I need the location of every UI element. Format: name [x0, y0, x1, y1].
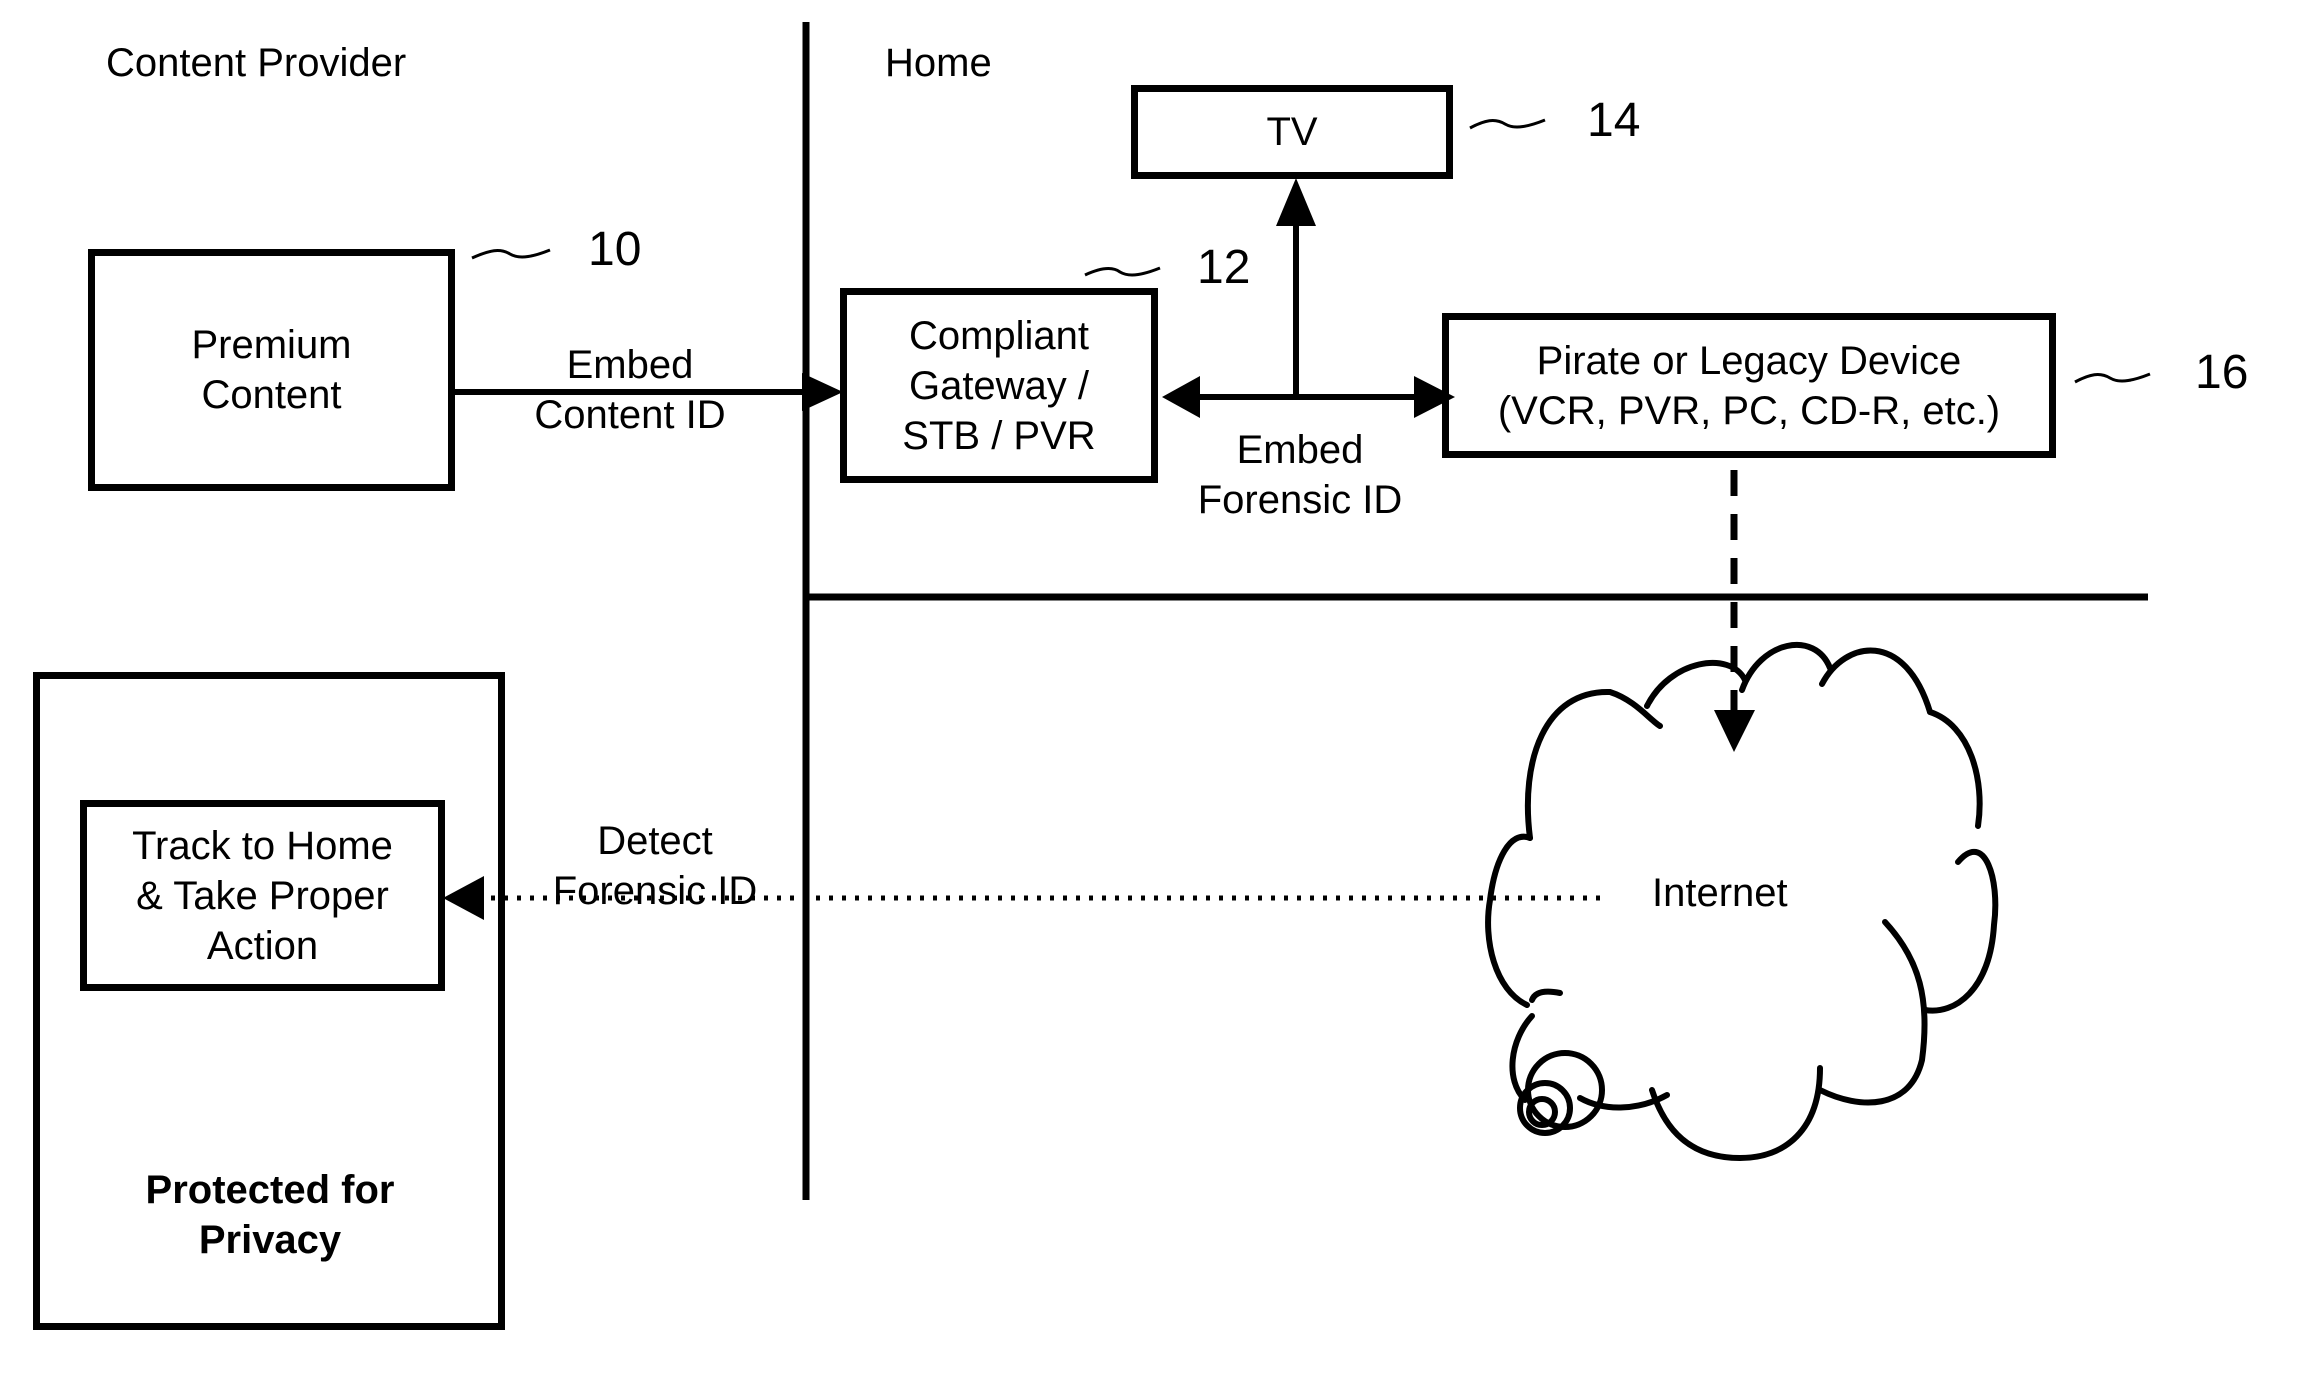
ref-number-14: 14 [1587, 94, 1641, 147]
ref-12-leader [1084, 266, 1161, 277]
internet-arrowhead [1714, 710, 1755, 752]
compliant-gateway-box[interactable]: Compliant Gateway / STB / PVR [840, 288, 1158, 483]
premium-content-box[interactable]: Premium Content [88, 249, 455, 491]
pirate-legacy-device-box[interactable]: Pirate or Legacy Device (VCR, PVR, PC, C… [1442, 313, 2056, 458]
embed-forensic-id-label: Embed Forensic ID [1180, 425, 1420, 525]
premium-content-label-line-1: Premium [191, 323, 352, 367]
privacy-line-1: Protected for [145, 1168, 395, 1212]
track-label-line-2: & Take Proper [136, 873, 389, 918]
track-label-line-3: Action [206, 923, 319, 968]
gateway-label-line-1: Compliant [908, 313, 1090, 358]
embed-content-id-line-1: Embed [566, 343, 694, 387]
embed-content-id-label: Embed Content ID [530, 340, 730, 440]
protected-for-privacy-label: Protected for Privacy [40, 1165, 500, 1265]
ref-10-leader [471, 248, 551, 260]
gateway-label-line-2: Gateway / [908, 363, 1090, 408]
ref-14-leader [1469, 118, 1546, 130]
ref-number-12: 12 [1197, 241, 1251, 294]
tv-label: TV [1266, 110, 1318, 154]
pirate-label-line-2: (VCR, PVR, PC, CD-R, etc.) [1497, 388, 2001, 433]
gateway-label-line-3: STB / PVR [902, 413, 1096, 458]
tv-box[interactable]: TV [1131, 85, 1453, 179]
detect-forensic-id-line-2: Forensic ID [552, 869, 758, 913]
region-label-content-provider: Content Provider [106, 41, 407, 85]
ref-number-10: 10 [588, 223, 642, 276]
embed-content-id-line-2: Content ID [534, 393, 726, 437]
region-label-home: Home [885, 41, 992, 85]
detect-forensic-id-line-1: Detect [597, 819, 713, 863]
tv-arrowhead [1276, 178, 1316, 226]
embed-content-id-arrowhead [802, 373, 843, 411]
detect-forensic-id-label: Detect Forensic ID [540, 816, 770, 916]
internet-label: Internet [1652, 871, 1788, 915]
pirate-label-line-1: Pirate or Legacy Device [1536, 338, 1962, 383]
embed-forensic-id-line-1: Embed [1236, 428, 1364, 472]
track-label-line-1: Track to Home [132, 823, 393, 868]
embed-forensic-id-line-2: Forensic ID [1197, 478, 1403, 522]
privacy-line-2: Privacy [198, 1218, 342, 1262]
ref-16-leader [2074, 372, 2151, 384]
track-to-home-box[interactable]: Track to Home & Take Proper Action [80, 800, 445, 991]
premium-content-label-line-2: Content [201, 373, 342, 417]
ref-number-16: 16 [2195, 346, 2249, 399]
gateway-arrowhead [1162, 376, 1200, 418]
